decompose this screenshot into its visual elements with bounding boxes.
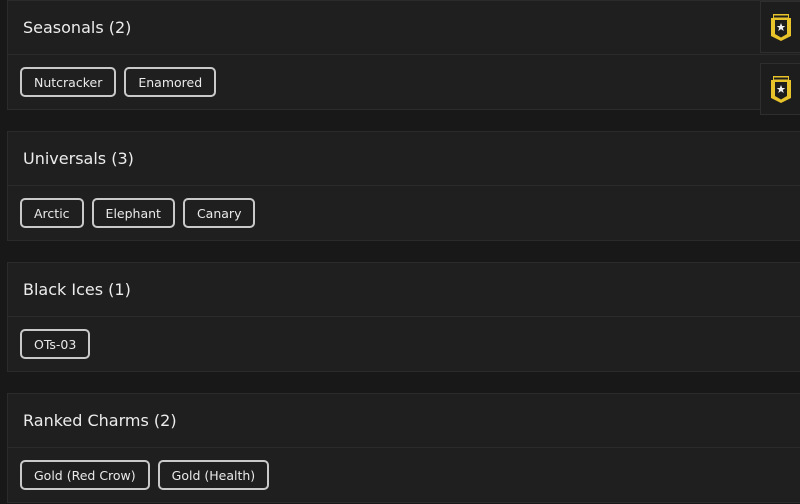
rank-badge-icon (770, 76, 791, 103)
tag-list: Gold (Red Crow) Gold (Health) (8, 448, 800, 502)
section-title: Seasonals (2) (8, 1, 800, 55)
tag-gold-health[interactable]: Gold (Health) (157, 460, 270, 490)
section-title: Black Ices (1) (8, 263, 800, 317)
tag-enamored[interactable]: Enamored (124, 67, 217, 97)
side-badge[interactable] (760, 63, 800, 115)
tag-list: OTs-03 (8, 317, 800, 371)
tag-arctic[interactable]: Arctic (20, 198, 84, 228)
section-ranked-charms: Ranked Charms (2) Gold (Red Crow) Gold (… (7, 393, 800, 503)
side-badge[interactable] (760, 1, 800, 53)
tag-canary[interactable]: Canary (182, 198, 256, 228)
section-seasonals: Seasonals (2) Nutcracker Enamored (7, 0, 800, 110)
tag-ots-03[interactable]: OTs-03 (20, 329, 91, 359)
section-universals: Universals (3) Arctic Elephant Canary (7, 131, 800, 241)
section-black-ices: Black Ices (1) OTs-03 (7, 262, 800, 372)
tag-list: Nutcracker Enamored (8, 55, 800, 109)
rank-badge-icon (770, 14, 791, 41)
tag-list: Arctic Elephant Canary (8, 186, 800, 240)
section-title: Universals (3) (8, 132, 800, 186)
tag-gold-red-crow[interactable]: Gold (Red Crow) (20, 460, 150, 490)
section-title: Ranked Charms (2) (8, 394, 800, 448)
tag-nutcracker[interactable]: Nutcracker (20, 67, 117, 97)
tag-elephant[interactable]: Elephant (91, 198, 175, 228)
